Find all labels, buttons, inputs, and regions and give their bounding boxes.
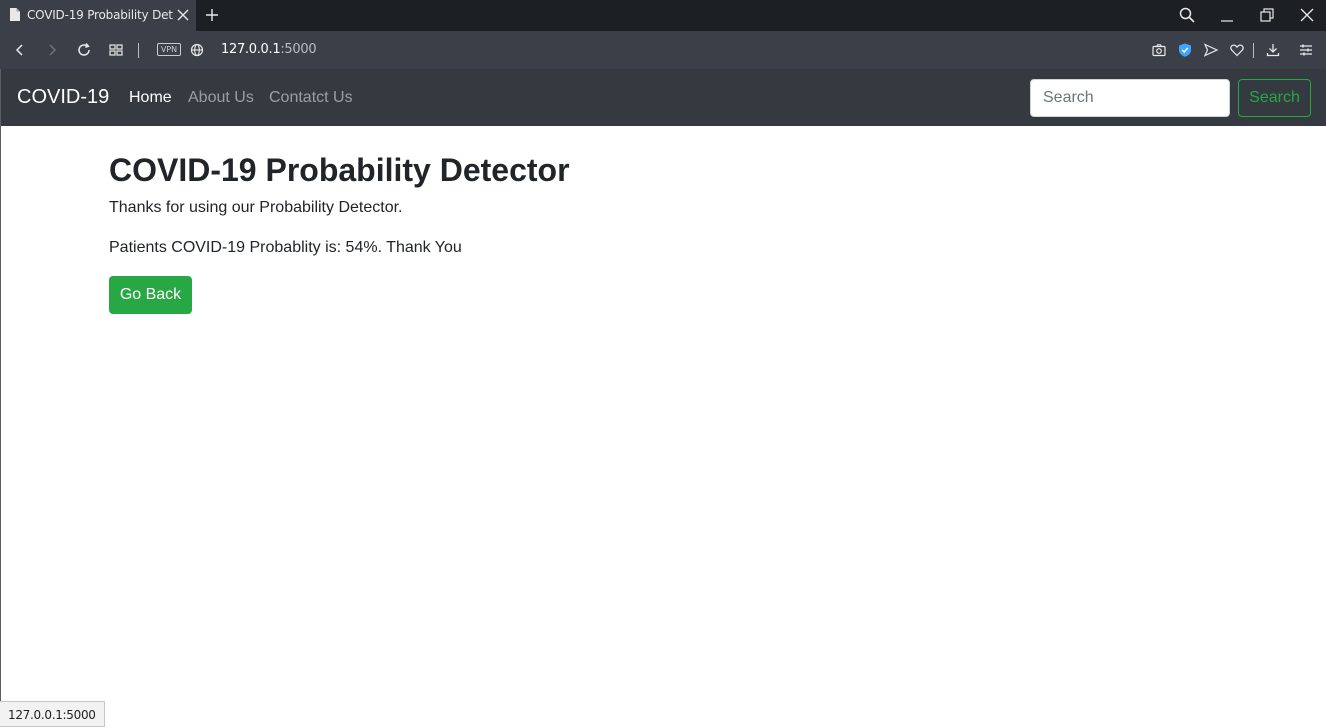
search-icon[interactable] — [1178, 6, 1196, 24]
speed-dial-icon[interactable] — [108, 42, 124, 58]
globe-icon[interactable] — [189, 42, 205, 58]
reload-icon[interactable] — [76, 42, 92, 58]
site-navbar: COVID-19 Home About Us Contatct Us Searc… — [1, 69, 1326, 126]
toolbar-divider — [1253, 43, 1254, 58]
easy-setup-icon[interactable] — [1298, 42, 1314, 58]
new-tab-icon[interactable] — [204, 7, 220, 23]
download-icon[interactable] — [1265, 42, 1281, 58]
restore-icon[interactable] — [1258, 6, 1276, 24]
minimize-icon[interactable] — [1218, 6, 1236, 24]
vpn-badge[interactable]: VPN — [157, 43, 181, 56]
toolbar-divider — [138, 43, 139, 58]
address-bar: VPN 127.0.0.1:5000 — [0, 31, 1326, 69]
tab-title: COVID-19 Probability Dete — [27, 8, 173, 22]
nav-link-home[interactable]: Home — [129, 89, 172, 107]
camera-icon[interactable] — [1151, 42, 1167, 58]
search-input[interactable] — [1030, 79, 1230, 117]
go-back-button[interactable]: Go Back — [109, 276, 192, 314]
back-icon[interactable] — [12, 42, 28, 58]
url-port: :5000 — [280, 42, 317, 57]
send-icon[interactable] — [1203, 42, 1219, 58]
browser-tab-strip: COVID-19 Probability Dete — [0, 0, 1326, 31]
window-edge — [0, 69, 1, 727]
browser-tab[interactable]: COVID-19 Probability Dete — [0, 0, 196, 31]
heart-icon[interactable] — [1229, 42, 1245, 58]
shield-icon[interactable] — [1177, 42, 1193, 58]
main-content: COVID-19 Probability Detector Thanks for… — [109, 150, 570, 314]
thanks-message: Thanks for using our Probability Detecto… — [109, 199, 403, 216]
document-icon — [10, 8, 20, 21]
nav-link-about-us[interactable]: About Us — [188, 89, 254, 107]
page-title: COVID-19 Probability Detector — [109, 152, 570, 188]
url-field[interactable]: 127.0.0.1:5000 — [221, 42, 317, 57]
status-bar-url: 127.0.0.1:5000 — [0, 701, 105, 727]
nav-link-contact-us[interactable]: Contatct Us — [269, 89, 353, 107]
close-tab-icon[interactable] — [176, 8, 190, 22]
search-button[interactable]: Search — [1238, 79, 1311, 117]
close-window-icon[interactable] — [1298, 6, 1316, 24]
probability-result: Patients COVID-19 Probablity is: 54%. Th… — [109, 239, 462, 256]
navbar-brand[interactable]: COVID-19 — [17, 86, 109, 109]
url-host: 127.0.0.1 — [221, 42, 281, 57]
forward-icon[interactable] — [44, 42, 60, 58]
